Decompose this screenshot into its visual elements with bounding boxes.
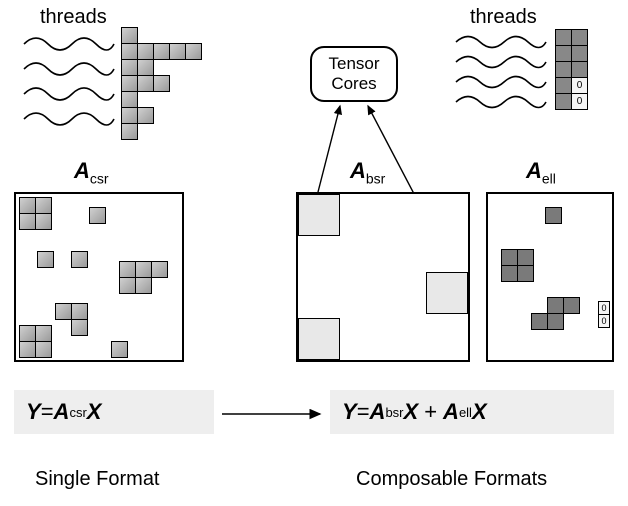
tensor-line2: Cores xyxy=(331,74,376,94)
threads-wiggles-left xyxy=(22,34,117,134)
matrix-ell: 0 0 xyxy=(486,192,614,362)
threads-wiggles-right xyxy=(454,34,549,110)
threads-label-right: threads xyxy=(470,6,537,29)
equation-left: Y = Acsr X xyxy=(14,390,214,434)
equation-arrow xyxy=(220,404,326,424)
label-a-csr: Acsr xyxy=(74,158,109,186)
matrix-csr xyxy=(14,192,184,362)
tensor-arrows xyxy=(296,100,476,194)
ell-row-vectors: 0 0 xyxy=(556,30,588,110)
caption-single-format: Single Format xyxy=(35,468,160,491)
equation-right: Y = Absr X + Aell X xyxy=(330,390,614,434)
tensor-line1: Tensor xyxy=(328,54,379,74)
caption-composable-formats: Composable Formats xyxy=(356,468,547,491)
label-a-bsr: Absr xyxy=(350,158,385,186)
tensor-cores-node: Tensor Cores xyxy=(310,46,398,102)
label-a-ell: Aell xyxy=(526,158,556,186)
csr-row-vectors xyxy=(122,28,202,140)
threads-label-left: threads xyxy=(40,6,107,29)
matrix-bsr xyxy=(296,192,470,362)
